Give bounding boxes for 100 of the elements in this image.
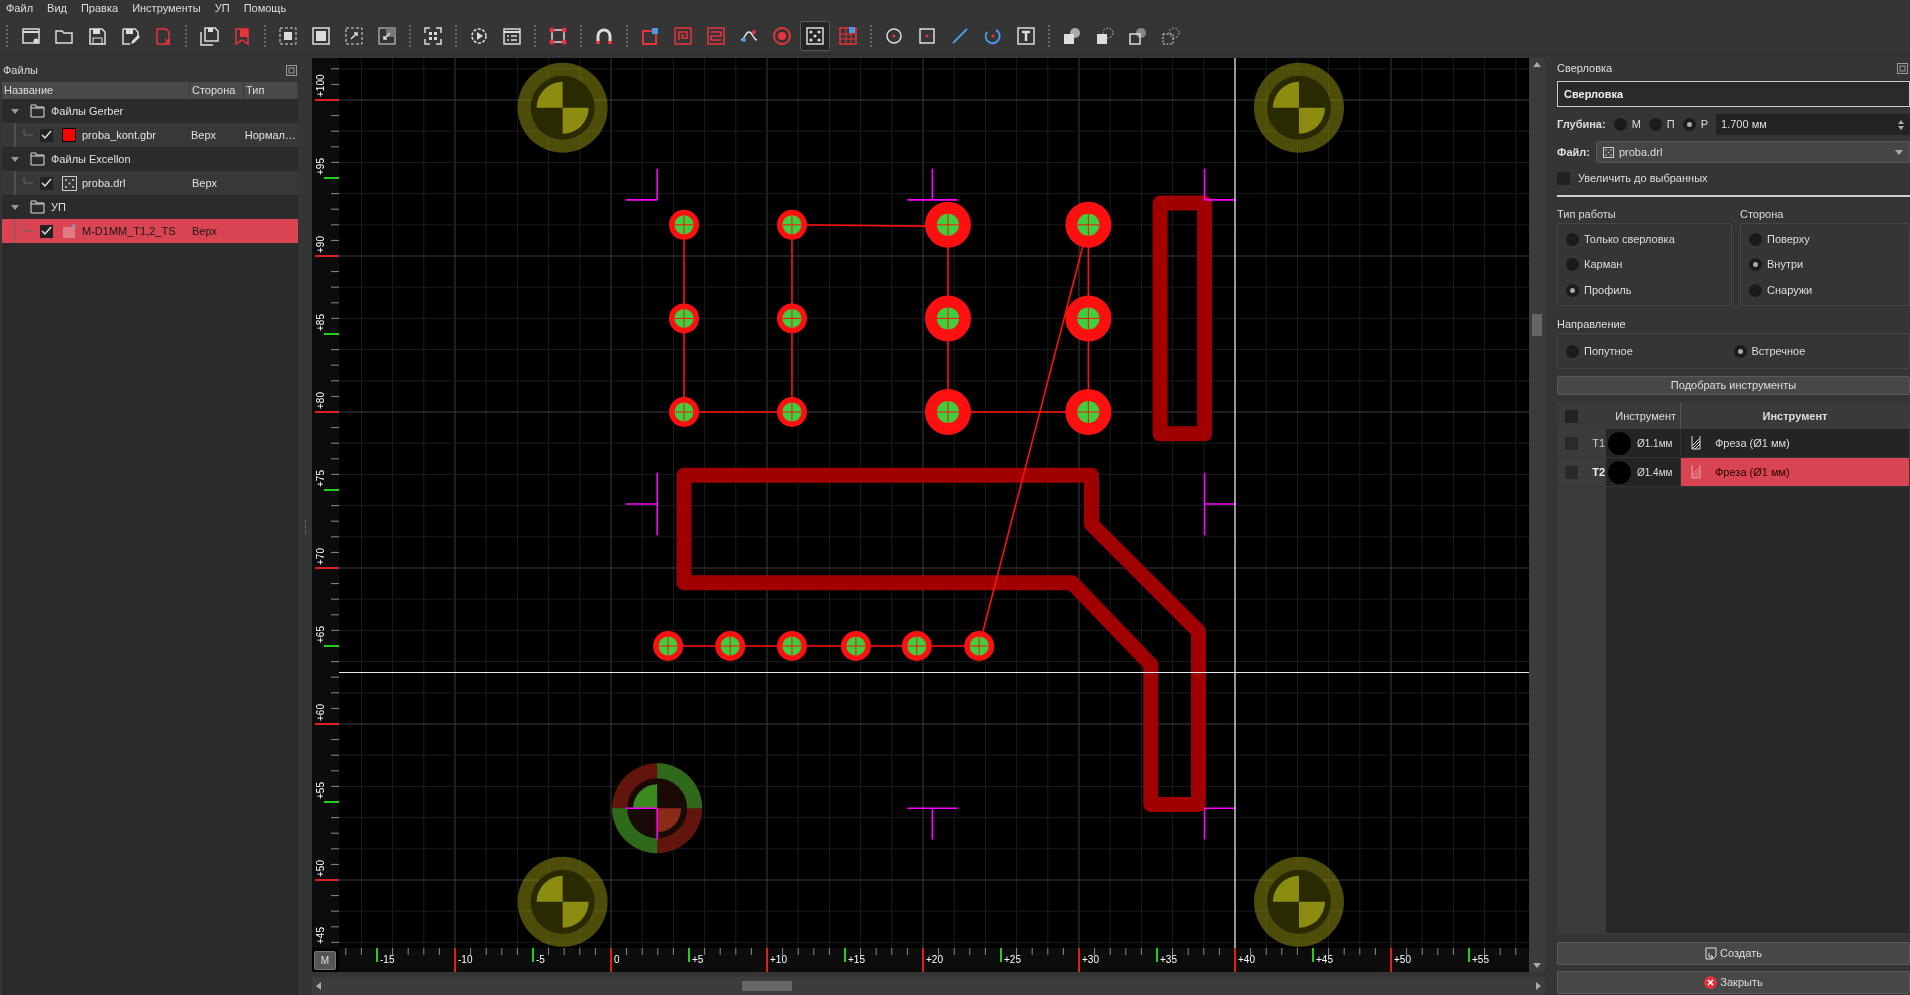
dialog-button[interactable]: Закрыть (1557, 971, 1910, 994)
horizontal-scrollbar[interactable] (312, 977, 1545, 995)
ruler-label: +20 (926, 954, 943, 965)
radio-button[interactable] (1613, 118, 1627, 131)
group-title: Тип работы (1557, 207, 1617, 220)
radio-label: М (1631, 117, 1641, 133)
scroll-down-icon[interactable] (1532, 962, 1542, 970)
save-all-icon (198, 24, 220, 47)
tree-group-label[interactable]: Файлы Excellon (51, 150, 131, 168)
depth-field[interactable]: 1.700 мм (1716, 114, 1910, 135)
panel-title: Файлы (3, 62, 38, 78)
tool-diameter: Ø1.4мм (1637, 465, 1673, 480)
scroll-right-icon[interactable] (1535, 981, 1543, 991)
undock-icon[interactable] (286, 64, 297, 76)
ruler-label: +40 (1238, 954, 1255, 965)
undock-icon[interactable] (1897, 62, 1908, 74)
tree-branch-icon (14, 219, 36, 243)
menu-item[interactable]: Правка (80, 0, 119, 17)
menu-item[interactable]: Файл (6, 0, 34, 17)
ruler-label: -15 (380, 954, 395, 965)
ruler-label: +75 (315, 470, 326, 487)
ruler-label: +30 (1082, 954, 1099, 965)
tree-row[interactable]: proba_kont.gbr Верх Нормал… (2, 123, 298, 147)
file-name: M-D1MM_T1,2_TS (82, 223, 176, 239)
radio-button[interactable] (1749, 232, 1762, 246)
checkbox[interactable] (40, 128, 53, 142)
expand-arrow-icon[interactable] (10, 154, 20, 164)
dice-icon (804, 24, 826, 47)
ruler-label: +15 (848, 954, 865, 965)
menu-item[interactable]: Помощь (243, 0, 287, 17)
ruler-label: -10 (458, 954, 473, 965)
registration-mark (906, 167, 959, 201)
radio-button[interactable] (1733, 344, 1747, 358)
group-title: Направление (1557, 317, 1627, 330)
checkbox[interactable] (40, 224, 53, 238)
checkbox[interactable] (40, 176, 53, 190)
registration-mark (1203, 167, 1237, 201)
document-arrow-icon (1705, 947, 1718, 960)
radio-button[interactable] (1566, 232, 1579, 246)
tool-id: T2 (1592, 464, 1605, 480)
radio-button[interactable] (1749, 283, 1762, 297)
tree-group-label[interactable]: Файлы Gerber (51, 102, 124, 120)
file-dropdown[interactable]: proba.drl (1595, 141, 1910, 163)
tool-cell[interactable]: Фреза (Ø1 мм) (1681, 429, 1909, 457)
radio-label: Карман (1584, 257, 1623, 273)
expand-arrow-icon[interactable] (10, 202, 20, 212)
expand-arrow-icon[interactable] (10, 106, 20, 116)
ruler-label: +25 (1004, 954, 1021, 965)
radio-label: П (1666, 117, 1675, 133)
unit-button[interactable]: M (314, 951, 336, 970)
end-mill-icon (1691, 436, 1701, 450)
tree-row[interactable]: proba.drl Верх (2, 171, 298, 195)
drill-hole (776, 397, 807, 427)
vertical-scrollbar[interactable] (1529, 58, 1545, 972)
file-name: proba.drl (82, 175, 126, 191)
ruler-label: 0 (614, 954, 620, 965)
tree-row[interactable]: M-D1MM_T1,2_TS Верх (2, 219, 298, 243)
checkbox[interactable] (1565, 409, 1578, 423)
radio-label: Встречное (1751, 343, 1806, 359)
ruler-label: +50 (315, 860, 326, 877)
radio-label: Поверху (1767, 231, 1810, 247)
menu-item[interactable]: Инструменты (132, 0, 201, 17)
radio-label: Снаружи (1767, 282, 1813, 298)
column-header[interactable]: Инструмент (1681, 403, 1909, 429)
scroll-thumb[interactable] (1532, 314, 1542, 336)
radio-button[interactable] (1566, 283, 1579, 297)
zoom-frame-icon (310, 24, 332, 47)
zigzag-square-icon (705, 24, 727, 47)
table-row[interactable]: T1 Ø1.1мм Фреза (Ø1 мм) (1558, 429, 1909, 458)
name-field[interactable]: Сверловка (1557, 81, 1910, 107)
ruler-label: +65 (315, 626, 326, 643)
menu-item[interactable]: УП (214, 0, 230, 17)
ruler-label: +55 (315, 782, 326, 799)
ruler-label: +80 (315, 392, 326, 409)
toolbar-button[interactable] (800, 20, 830, 51)
ruler-label: +90 (315, 236, 326, 253)
scroll-up-icon[interactable] (1532, 60, 1542, 68)
table-row[interactable]: T2 Ø1.4мм Фреза (Ø1 мм) (1558, 458, 1909, 487)
tree-group-label[interactable]: УП (51, 198, 66, 216)
pick-tools-button[interactable]: Подобрать инструменты (1557, 376, 1910, 395)
tree-branch-icon (14, 123, 36, 147)
radio-button[interactable] (1682, 118, 1696, 131)
ruler-label: +45 (1316, 954, 1333, 965)
scroll-left-icon[interactable] (314, 981, 322, 991)
ruler-label: +5 (692, 954, 704, 965)
drill-hole (924, 295, 971, 342)
ruler-label: +70 (315, 548, 326, 565)
drill-hole (653, 631, 684, 661)
radio-button[interactable] (1749, 258, 1762, 271)
registration-mark (625, 807, 658, 841)
dice-icon (61, 175, 77, 191)
registration-mark (1203, 807, 1237, 841)
tool-cell[interactable]: Фреза (Ø1 мм) (1681, 458, 1909, 486)
menu-item[interactable]: Вид (47, 0, 67, 17)
radio-button[interactable] (1566, 344, 1579, 358)
radio-button[interactable] (1566, 258, 1579, 271)
tree-branch-icon (14, 171, 36, 195)
dialog-button[interactable]: Создать (1557, 942, 1910, 965)
radio-button[interactable] (1648, 118, 1662, 131)
scroll-thumb[interactable] (742, 981, 792, 991)
